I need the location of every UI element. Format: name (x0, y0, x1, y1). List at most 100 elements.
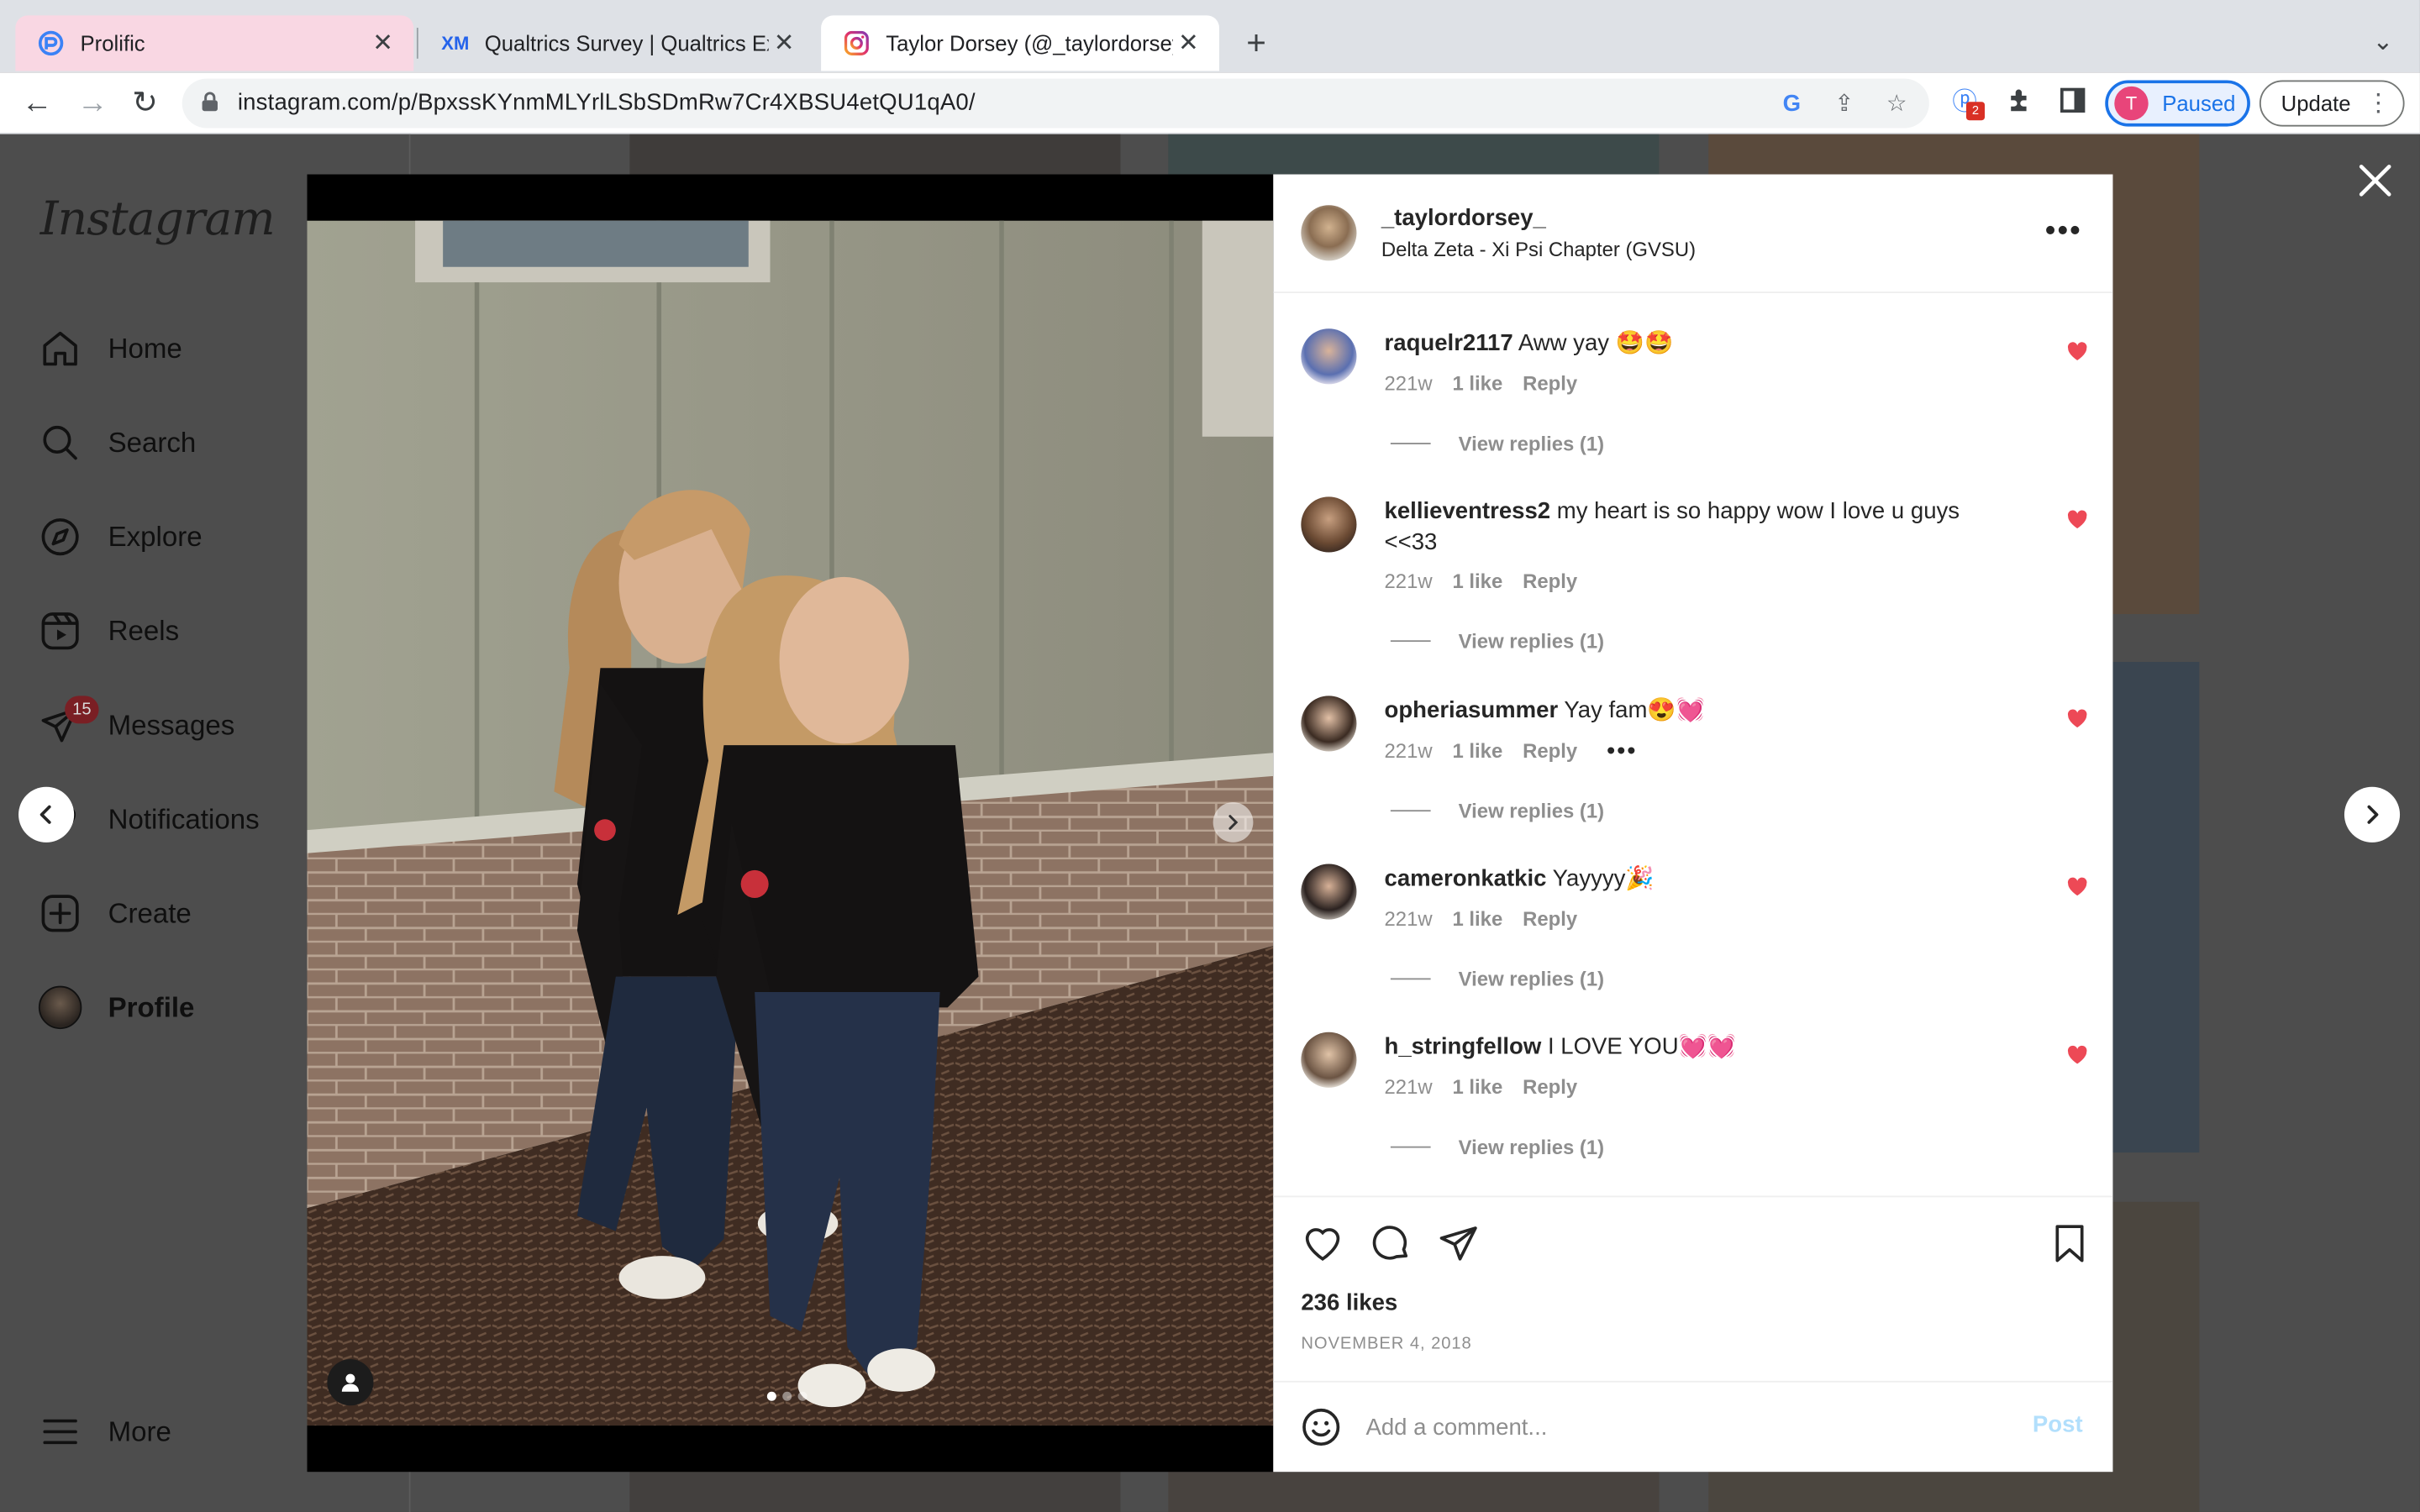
like-heart-icon[interactable] (1301, 1222, 1344, 1265)
nav-profile[interactable]: Profile (37, 979, 194, 1035)
comment-input[interactable] (1365, 1407, 2014, 1447)
reply-button[interactable]: Reply (1523, 1075, 1577, 1099)
create-plus-icon (37, 890, 83, 937)
nav-explore[interactable]: Explore (37, 509, 203, 564)
emoji-smiley-icon[interactable] (1301, 1407, 1341, 1447)
extensions-puzzle-icon[interactable] (2003, 87, 2037, 120)
nav-home[interactable]: Home (37, 321, 182, 376)
commenter-username[interactable]: h_stringfellow (1385, 1034, 1542, 1060)
nav-search[interactable]: Search (37, 415, 196, 470)
view-replies-button[interactable]: View replies (1) (1390, 432, 1604, 455)
prolific-extension-icon[interactable]: ⓟ 2 (1948, 87, 1985, 121)
tab-search-chevron-icon[interactable]: ⌄ (2361, 22, 2404, 65)
next-post-button[interactable] (2344, 786, 2401, 843)
view-replies-button[interactable]: View replies (1) (1390, 799, 1604, 822)
commenter-username[interactable]: cameronkatkic (1385, 865, 1547, 891)
url-text[interactable]: instagram.com/p/BpxssKYnmMLYrlLSbSDmRw7C… (238, 90, 976, 116)
comment-age[interactable]: 221w (1385, 907, 1433, 931)
grid-thumbnail[interactable] (1168, 1470, 1660, 1512)
close-tab-icon[interactable]: ✕ (1173, 28, 1204, 59)
lock-icon[interactable] (201, 91, 219, 113)
grid-thumbnail[interactable] (1168, 134, 1660, 175)
liked-heart-icon[interactable] (2066, 341, 2088, 363)
post-location[interactable]: Delta Zeta - Xi Psi Chapter (GVSU) (1381, 238, 1696, 261)
commenter-avatar[interactable] (1301, 864, 1357, 920)
commenter-avatar[interactable] (1301, 496, 1357, 553)
comment-age[interactable]: 221w (1385, 739, 1433, 767)
commenter-avatar[interactable] (1301, 328, 1357, 385)
comment-likes[interactable]: 1 like (1452, 570, 1502, 593)
nav-messages[interactable]: 15 Messages (37, 696, 234, 753)
nav-reels[interactable]: Reels (37, 603, 179, 659)
nav-create[interactable]: Create (37, 885, 192, 941)
liked-heart-icon[interactable] (2066, 1044, 2088, 1066)
comment-bubble-icon[interactable] (1369, 1222, 1412, 1265)
commenter-avatar[interactable] (1301, 1032, 1357, 1088)
bookmark-star-icon[interactable]: ☆ (1880, 88, 1913, 122)
hamburger-menu-icon (37, 1409, 83, 1455)
liked-heart-icon[interactable] (2066, 876, 2088, 898)
more-options-icon[interactable]: ••• (2045, 214, 2082, 249)
tab-qualtrics[interactable]: XM Qualtrics Survey | Qualtrics Exp ✕ (420, 15, 815, 71)
next-image-button[interactable] (1213, 802, 1254, 843)
close-tab-icon[interactable]: ✕ (769, 28, 800, 59)
qualtrics-icon: XM (441, 32, 470, 55)
share-icon[interactable]: ⇪ (1828, 88, 1861, 122)
reload-icon[interactable]: ↻ (124, 81, 166, 124)
grid-thumbnail[interactable] (629, 134, 1121, 175)
comment-text: I LOVE YOU💓💓 (1547, 1033, 1737, 1060)
instagram-logo[interactable]: Instagram (40, 193, 276, 247)
previous-post-button[interactable] (18, 786, 75, 843)
liked-heart-icon[interactable] (2066, 708, 2088, 730)
carousel-dot (782, 1391, 792, 1401)
view-replies-button[interactable]: View replies (1) (1390, 1136, 1604, 1158)
commenter-username[interactable]: kellieventress2 (1385, 498, 1551, 524)
view-replies-button[interactable]: View replies (1) (1390, 968, 1604, 990)
share-paper-plane-icon[interactable] (1437, 1222, 1480, 1265)
comment-age[interactable]: 221w (1385, 1075, 1433, 1099)
tagged-users-button[interactable] (327, 1359, 374, 1406)
author-avatar[interactable] (1301, 205, 1357, 261)
commenter-avatar[interactable] (1301, 696, 1357, 752)
likes-count[interactable]: 236 likes (1301, 1289, 1397, 1315)
google-lens-icon[interactable]: G (1775, 88, 1808, 122)
chrome-menu-icon[interactable]: ⋮ (2366, 88, 2391, 119)
reply-button[interactable]: Reply (1523, 907, 1577, 931)
forward-arrow-icon[interactable]: → (71, 81, 113, 124)
new-tab-button[interactable]: + (1234, 22, 1277, 65)
update-button[interactable]: Update ⋮ (2259, 80, 2405, 127)
comment-likes[interactable]: 1 like (1452, 1075, 1502, 1099)
author-username[interactable]: _taylordorsey_ (1381, 205, 1546, 231)
carousel-dots (766, 1391, 808, 1401)
comment-options-icon[interactable]: ••• (1607, 739, 1637, 767)
comment-likes[interactable]: 1 like (1452, 739, 1502, 767)
profile-paused-button[interactable]: T Paused (2105, 80, 2250, 127)
view-replies-button[interactable]: View replies (1) (1390, 629, 1604, 653)
reply-button[interactable]: Reply (1523, 739, 1577, 767)
side-panel-icon[interactable] (2055, 87, 2089, 120)
comment-age[interactable]: 221w (1385, 570, 1433, 593)
tab-prolific[interactable]: Prolific ✕ (15, 15, 414, 71)
comment-age[interactable]: 221w (1385, 372, 1433, 396)
commenter-username[interactable]: opheriasummer (1385, 697, 1559, 723)
liked-heart-icon[interactable] (2066, 509, 2088, 531)
grid-thumbnail[interactable] (629, 1470, 1121, 1512)
post-comment-button[interactable]: Post (2033, 1412, 2083, 1438)
comment-text-block: raquelr2117 Aww yay 🤩🤩 (1385, 328, 2002, 360)
address-bar[interactable]: instagram.com/p/BpxssKYnmMLYrlLSbSDmRw7C… (182, 78, 1929, 129)
comment-likes[interactable]: 1 like (1452, 907, 1502, 931)
close-icon[interactable] (2355, 160, 2396, 201)
close-tab-icon[interactable]: ✕ (367, 28, 398, 59)
back-arrow-icon[interactable]: ← (15, 81, 58, 124)
tab-title: Taylor Dorsey (@_taylordorsey (886, 30, 1173, 56)
save-bookmark-icon[interactable] (2048, 1222, 2091, 1265)
post-date[interactable]: NOVEMBER 4, 2018 (1301, 1335, 1471, 1353)
tab-instagram[interactable]: Taylor Dorsey (@_taylordorsey ✕ (821, 15, 1219, 71)
home-icon (37, 326, 83, 372)
comment-likes[interactable]: 1 like (1452, 372, 1502, 396)
commenter-username[interactable]: raquelr2117 (1385, 330, 1513, 356)
comment-meta: 221w 1 like Reply (1385, 570, 1578, 593)
nav-more[interactable]: More (37, 1404, 171, 1459)
reply-button[interactable]: Reply (1523, 372, 1577, 396)
reply-button[interactable]: Reply (1523, 570, 1577, 593)
